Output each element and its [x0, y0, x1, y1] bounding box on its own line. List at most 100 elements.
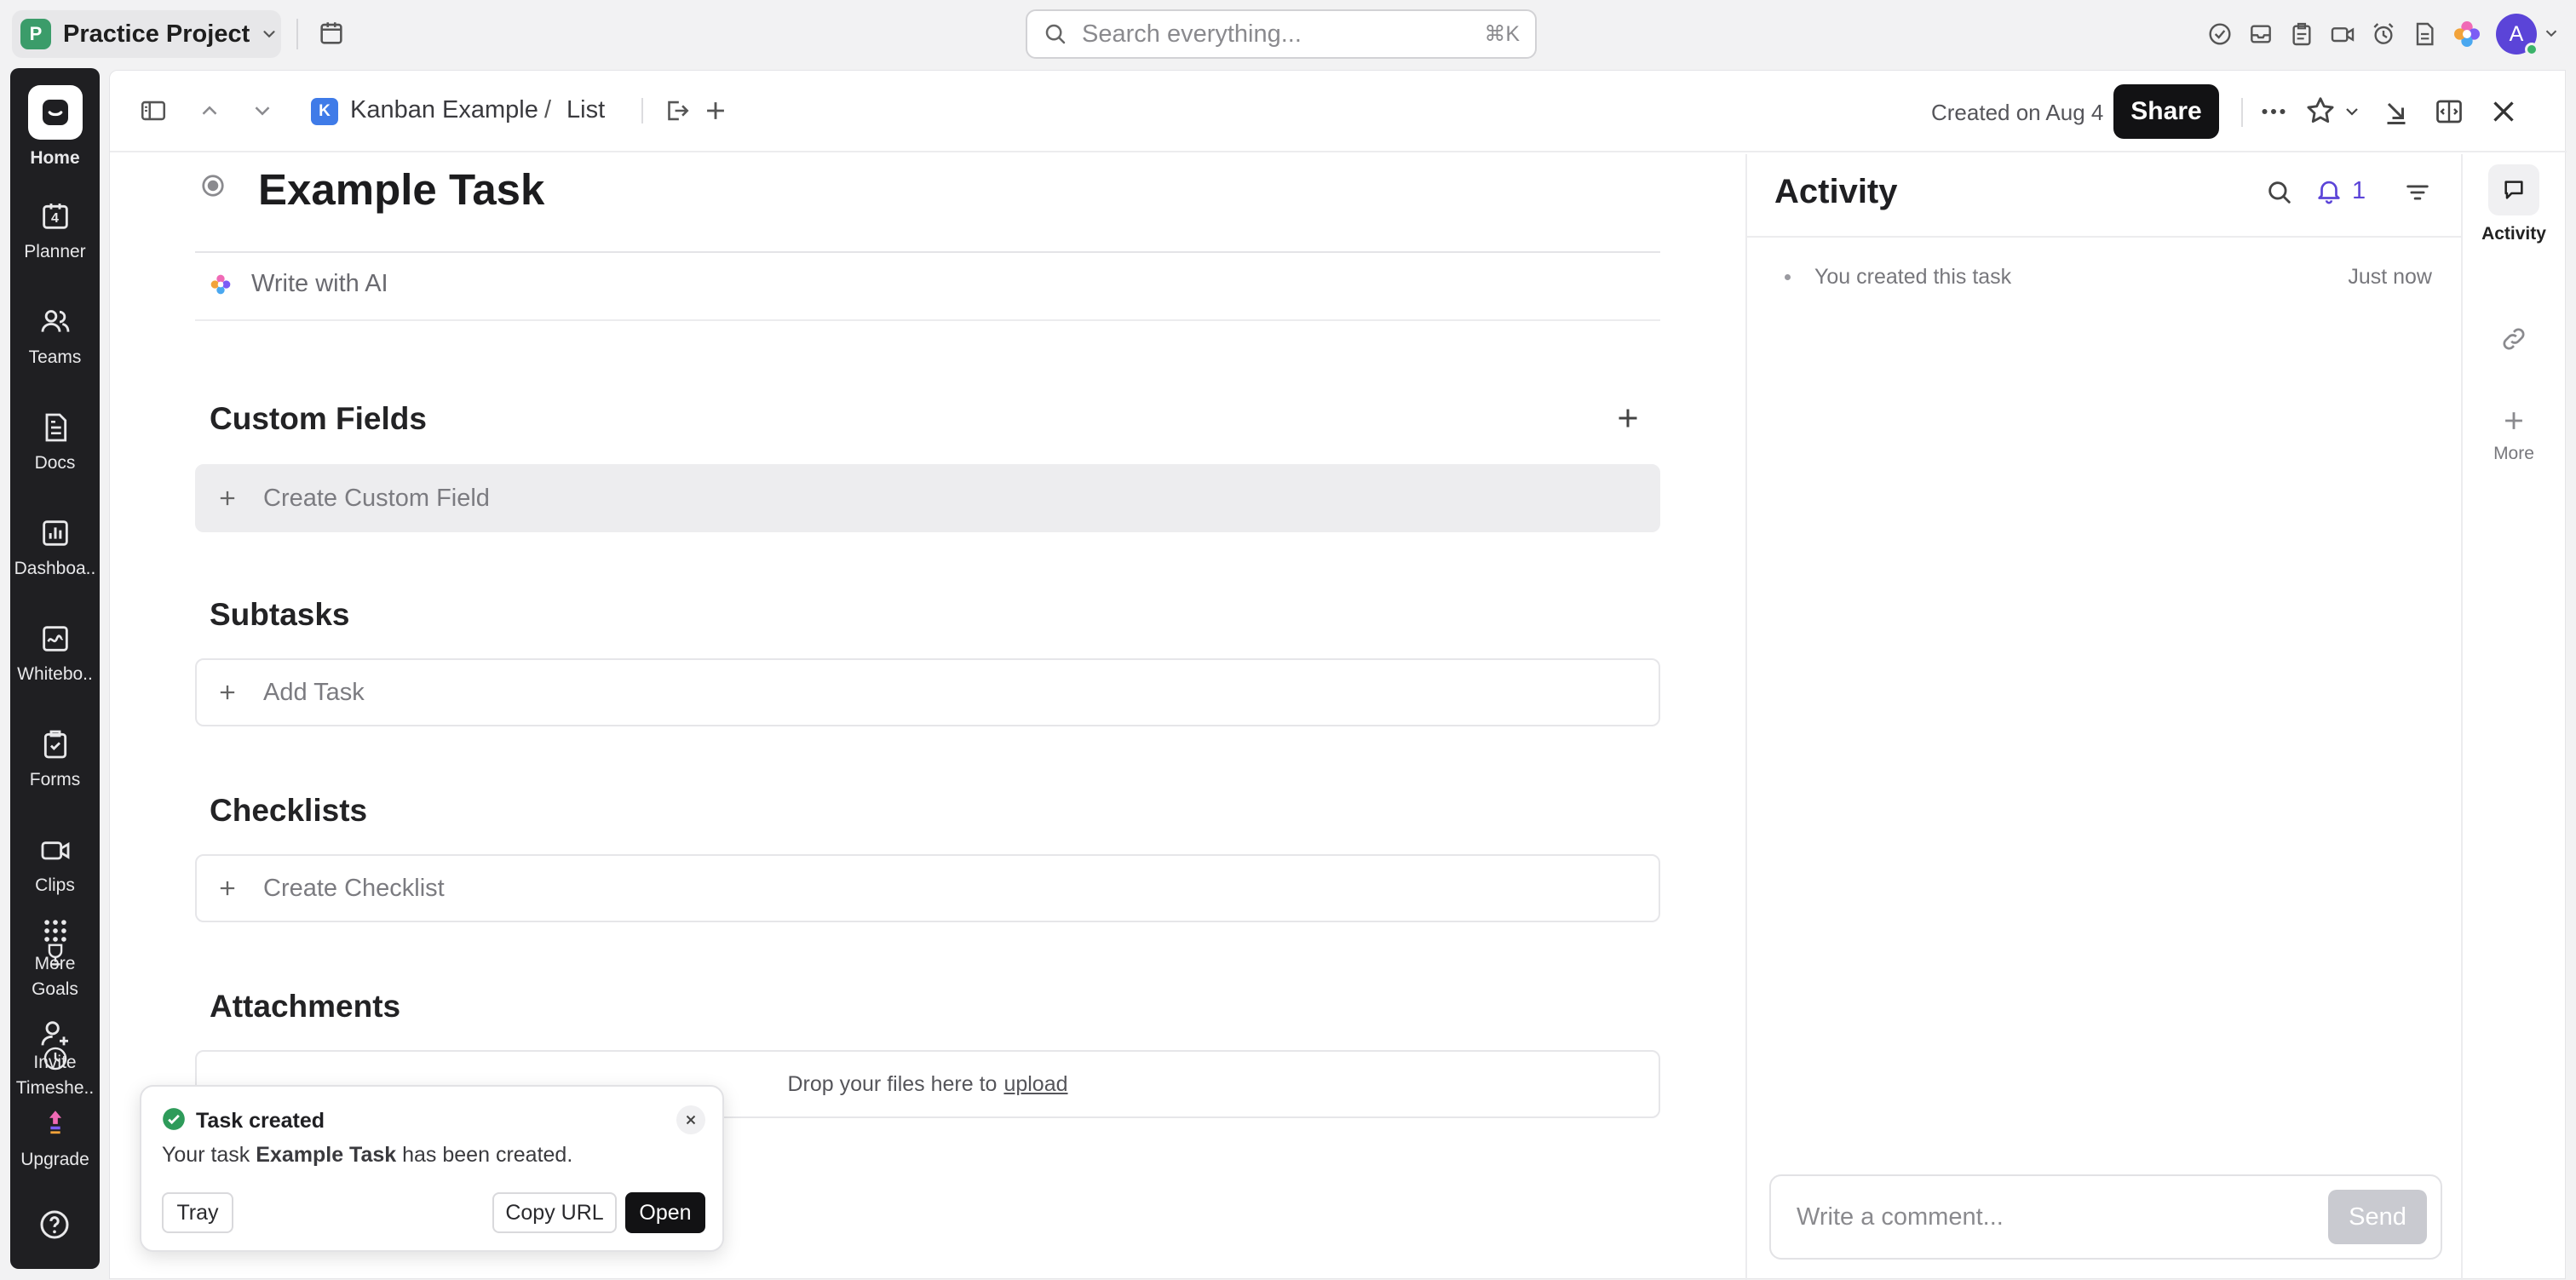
toast-task-name: Example Task	[256, 1143, 397, 1167]
divider	[296, 19, 298, 49]
minimize-icon[interactable]	[2381, 96, 2412, 127]
plus-icon[interactable]	[701, 96, 730, 125]
task-title[interactable]: Example Task	[258, 164, 544, 215]
notification-button[interactable]: 1	[2314, 176, 2366, 205]
clipboard-icon[interactable]	[2288, 20, 2315, 48]
alarm-icon[interactable]	[2370, 20, 2397, 48]
sidebar-item-upgrade[interactable]: Upgrade	[10, 1107, 100, 1170]
calendar-icon[interactable]	[317, 19, 346, 48]
space-badge-letter: K	[319, 102, 331, 120]
divider	[1747, 236, 2463, 238]
sidebar: Home 4 Planner Teams Docs Dashboa.. Whit…	[10, 68, 100, 1269]
divider	[2241, 98, 2243, 127]
search-bar[interactable]: Search everything... ⌘K	[1026, 9, 1537, 59]
send-button[interactable]: Send	[2328, 1190, 2427, 1244]
dropzone-text: Drop your files here to	[787, 1071, 998, 1096]
help-icon[interactable]	[37, 1208, 72, 1242]
sidebar-item-label: Docs	[34, 453, 76, 473]
forms-icon	[38, 727, 72, 761]
sidebar-item-goals[interactable]: Goals	[10, 940, 100, 1000]
open-button[interactable]: Open	[625, 1192, 705, 1233]
task-created-toast: Task created Your task Example Task has …	[140, 1085, 724, 1252]
top-bar: P Practice Project Search everything... …	[0, 0, 2576, 68]
sidebar-item-label: Forms	[29, 770, 81, 789]
success-check-icon	[162, 1107, 186, 1131]
online-status-dot	[2525, 43, 2539, 56]
clips-icon	[38, 833, 72, 867]
sidebar-item-timesheets[interactable]: Timeshe..	[10, 1044, 100, 1099]
sidebar-item-label: Planner	[24, 242, 86, 261]
toast-close-button[interactable]	[676, 1105, 705, 1134]
calendar-icon: 4	[38, 199, 72, 233]
chevron-up-icon[interactable]	[197, 98, 222, 123]
sidebar-item-whiteboards[interactable]: Whitebo..	[10, 622, 100, 685]
sidebar-item-label: Home	[30, 148, 80, 168]
divider	[195, 251, 1660, 253]
share-button[interactable]: Share	[2113, 84, 2219, 139]
breadcrumb-space[interactable]: Kanban Example	[350, 96, 538, 124]
sidebar-item-planner[interactable]: 4 Planner	[10, 199, 100, 262]
sidebar-item-clips[interactable]: Clips	[10, 833, 100, 896]
comment-box[interactable]: Write a comment... Send	[1769, 1174, 2442, 1260]
breadcrumb-list[interactable]: List	[566, 96, 605, 124]
inbox-icon[interactable]	[2247, 20, 2274, 48]
rail-more[interactable]: More	[2463, 406, 2565, 464]
dashboard-icon	[38, 516, 72, 550]
sidebar-item-teams[interactable]: Teams	[10, 305, 100, 368]
sidebar-item-home[interactable]: Home	[10, 85, 100, 169]
search-icon[interactable]	[2265, 178, 2294, 207]
workspace-name: Practice Project	[63, 20, 250, 48]
close-icon[interactable]	[2488, 96, 2519, 127]
chevron-down-icon[interactable]	[2542, 24, 2561, 43]
create-checklist-label: Create Checklist	[263, 874, 445, 902]
check-circle-icon[interactable]	[2206, 20, 2234, 48]
space-badge: K	[311, 98, 338, 125]
video-icon[interactable]	[2329, 20, 2356, 48]
move-task-icon[interactable]	[662, 96, 691, 125]
star-icon[interactable]	[2304, 95, 2337, 127]
chevron-down-icon[interactable]	[2342, 101, 2362, 122]
sidebar-item-docs[interactable]: Docs	[10, 410, 100, 474]
home-icon	[27, 85, 83, 140]
filter-icon[interactable]	[2403, 178, 2432, 207]
rail-activity-tab[interactable]: Activity	[2463, 164, 2565, 244]
task-status-icon[interactable]	[200, 173, 226, 198]
activity-pane: Activity 1 You created this task Just no…	[1745, 154, 2463, 1280]
more-options-icon[interactable]	[2258, 96, 2289, 127]
chevron-down-icon[interactable]	[250, 98, 275, 123]
write-with-ai-row[interactable]: Write with AI	[207, 270, 388, 298]
toast-title: Task created	[196, 1109, 325, 1133]
notification-count: 1	[2352, 176, 2366, 204]
divider	[641, 98, 643, 123]
create-checklist-button[interactable]: Create Checklist	[195, 854, 1660, 922]
breadcrumb-separator: /	[544, 96, 552, 123]
sidebar-item-dashboards[interactable]: Dashboa..	[10, 516, 100, 579]
sidebar-item-label: Dashboa..	[14, 559, 96, 578]
comment-icon	[2488, 164, 2539, 215]
notepad-icon[interactable]	[2411, 20, 2438, 48]
create-custom-field-button[interactable]: Create Custom Field	[195, 464, 1660, 532]
tray-button[interactable]: Tray	[162, 1192, 233, 1233]
upload-link[interactable]: upload	[1003, 1072, 1067, 1097]
activity-heading: Activity	[1774, 173, 1898, 210]
attachments-heading: Attachments	[210, 989, 401, 1024]
workspace-switcher[interactable]: P Practice Project	[12, 10, 281, 58]
write-with-ai-label: Write with AI	[251, 270, 388, 297]
link-icon[interactable]	[2499, 324, 2528, 353]
add-custom-field-icon[interactable]	[1613, 403, 1643, 433]
sidebar-item-forms[interactable]: Forms	[10, 727, 100, 790]
sidebar-toggle-icon[interactable]	[139, 96, 168, 125]
ai-brain-icon[interactable]	[2450, 17, 2484, 51]
subtasks-heading: Subtasks	[210, 597, 350, 632]
sidebar-item-label: Whitebo..	[17, 664, 93, 684]
activity-entry-text: You created this task	[1814, 265, 2012, 289]
teams-icon	[38, 305, 72, 339]
copy-url-button[interactable]: Copy URL	[492, 1192, 617, 1233]
layout-toggle-icon[interactable]	[2434, 96, 2464, 127]
trophy-icon	[41, 940, 70, 969]
add-subtask-button[interactable]: Add Task	[195, 658, 1660, 726]
divider	[195, 319, 1660, 321]
chevron-down-icon	[260, 25, 279, 43]
activity-entry-time: Just now	[2348, 265, 2432, 289]
created-date: Created on Aug 4	[1931, 100, 2104, 125]
